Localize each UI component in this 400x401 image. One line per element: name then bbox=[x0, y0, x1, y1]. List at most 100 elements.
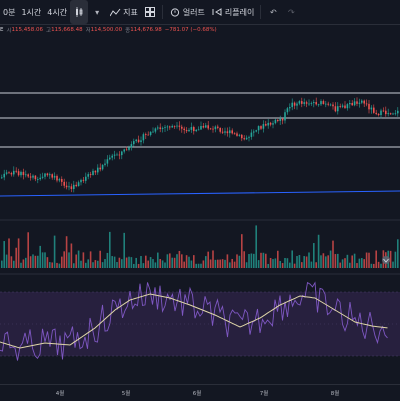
candle-body bbox=[49, 174, 51, 176]
volume-bar bbox=[25, 257, 27, 268]
volume-bar bbox=[205, 256, 207, 268]
volume-bar bbox=[301, 262, 303, 268]
candle-body bbox=[209, 128, 212, 130]
volume-bar bbox=[325, 256, 327, 268]
candle-body bbox=[53, 175, 56, 178]
volume-bar bbox=[190, 260, 193, 268]
candle-body bbox=[22, 171, 25, 176]
candle-body bbox=[236, 133, 238, 136]
volume-pane[interactable] bbox=[1, 225, 399, 268]
candle-body bbox=[279, 118, 281, 121]
volume-bar bbox=[284, 257, 286, 268]
candle-body bbox=[301, 101, 303, 104]
volume-bar bbox=[140, 256, 142, 268]
candle-body bbox=[353, 101, 356, 106]
volume-bar bbox=[116, 262, 118, 268]
candle-body bbox=[17, 171, 20, 176]
candle-body bbox=[365, 103, 368, 105]
candle-body bbox=[157, 127, 159, 129]
volume-bar bbox=[61, 256, 63, 268]
candle-body bbox=[269, 122, 272, 125]
candle-body bbox=[339, 106, 341, 107]
chart-canvas[interactable] bbox=[0, 0, 400, 384]
volume-bar bbox=[334, 254, 337, 268]
volume-bar bbox=[279, 260, 281, 268]
candle-body bbox=[123, 149, 125, 152]
candle-body bbox=[149, 131, 152, 135]
candle-body bbox=[1, 177, 3, 179]
candle-body bbox=[13, 170, 15, 175]
candle-body bbox=[39, 177, 41, 180]
volume-bar bbox=[49, 262, 51, 268]
volume-bar bbox=[82, 252, 85, 268]
volume-bar bbox=[214, 259, 217, 268]
volume-bar bbox=[274, 258, 277, 268]
volume-bar bbox=[188, 256, 190, 268]
volume-bar bbox=[145, 255, 147, 268]
candle-body bbox=[8, 172, 10, 174]
time-axis[interactable]: 4월 5월 6월 7월 8월 bbox=[0, 384, 400, 401]
candle-body bbox=[159, 127, 161, 129]
volume-bar bbox=[123, 232, 125, 268]
volume-bar bbox=[89, 251, 92, 268]
candle-body bbox=[373, 107, 375, 113]
candle-body bbox=[260, 126, 262, 129]
candle-body bbox=[245, 137, 248, 140]
oscillator-pane[interactable] bbox=[0, 281, 400, 361]
candle-body bbox=[99, 167, 101, 170]
candle-body bbox=[56, 175, 58, 181]
volume-bar bbox=[207, 251, 209, 268]
volume-bar bbox=[253, 253, 255, 268]
candle-body bbox=[29, 176, 32, 178]
volume-bar bbox=[53, 235, 56, 268]
volume-bar bbox=[41, 252, 44, 268]
candle-body bbox=[205, 125, 207, 128]
candle-body bbox=[75, 184, 77, 187]
candle-body bbox=[346, 104, 349, 109]
price-pane[interactable] bbox=[0, 92, 400, 197]
volume-bar bbox=[392, 261, 394, 268]
candle-body bbox=[51, 174, 53, 178]
volume-bar bbox=[377, 261, 380, 268]
candle-body bbox=[238, 134, 241, 136]
candle-body bbox=[241, 134, 243, 139]
candle-body bbox=[387, 113, 389, 115]
candle-body bbox=[272, 123, 274, 125]
candle-body bbox=[281, 118, 284, 121]
volume-bar bbox=[130, 257, 133, 268]
volume-settings-icon[interactable] bbox=[382, 256, 390, 264]
volume-bar bbox=[353, 253, 356, 268]
volume-bar bbox=[157, 252, 159, 268]
candle-body bbox=[92, 170, 94, 176]
volume-bar bbox=[248, 254, 250, 268]
candle-body bbox=[161, 128, 164, 129]
candle-body bbox=[327, 103, 329, 105]
candle-body bbox=[70, 186, 73, 189]
candle-body bbox=[145, 134, 147, 136]
candle-body bbox=[305, 102, 308, 104]
volume-bar bbox=[358, 258, 361, 268]
volume-bar bbox=[77, 250, 80, 268]
candle-body bbox=[284, 112, 286, 121]
volume-bar bbox=[344, 258, 346, 268]
candle-body bbox=[106, 159, 109, 164]
candle-body bbox=[310, 102, 313, 104]
volume-bar bbox=[265, 253, 267, 268]
candle-body bbox=[65, 185, 68, 188]
candle-body bbox=[382, 110, 385, 112]
candle-body bbox=[63, 181, 65, 186]
volume-bar bbox=[152, 259, 154, 268]
volume-bar bbox=[394, 251, 397, 268]
volume-bar bbox=[34, 255, 37, 268]
volume-bar bbox=[101, 262, 104, 268]
volume-bar bbox=[298, 255, 301, 268]
candle-body bbox=[322, 101, 325, 104]
volume-bar bbox=[5, 254, 8, 268]
volume-bar bbox=[20, 262, 22, 268]
candle-body bbox=[10, 173, 13, 175]
candle-body bbox=[193, 127, 195, 132]
volume-bar bbox=[29, 256, 32, 268]
volume-bar bbox=[308, 252, 310, 268]
volume-bar bbox=[267, 263, 269, 268]
volume-bar bbox=[365, 252, 368, 268]
